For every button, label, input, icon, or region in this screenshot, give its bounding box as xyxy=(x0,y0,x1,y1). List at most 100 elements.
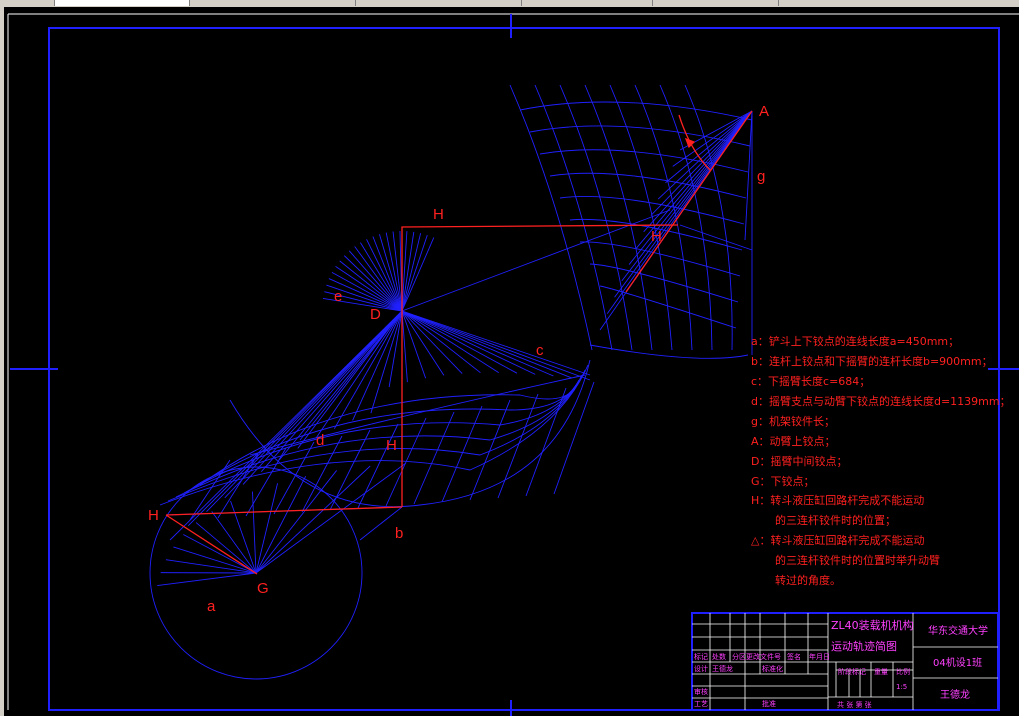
lower-envelope-arc xyxy=(229,359,591,508)
label-e: e xyxy=(334,288,342,305)
ray-from-D-down xyxy=(401,310,408,383)
connector-line-c xyxy=(401,310,591,376)
process-label: 工艺 xyxy=(694,700,708,708)
legend-line: 的三连杆铰件时的位置时举升动臂 xyxy=(775,553,940,567)
design-label: 设计 xyxy=(694,664,708,673)
lower-cross-line xyxy=(329,429,371,511)
ray-from-A xyxy=(657,110,753,200)
approve-label: 批准 xyxy=(762,699,776,708)
title-block[interactable]: ZL40装载机机构 运动轨迹简图 华东交通大学 04机设1班 王德龙 标记 处数… xyxy=(691,612,999,711)
label-d: d xyxy=(316,432,324,449)
ray-from-D-down xyxy=(401,310,536,375)
lower-cross-line xyxy=(413,411,455,505)
legend-line: D：摇臂中间铰点； xyxy=(751,454,847,468)
label-H-right: H xyxy=(651,228,662,245)
row-label: 年月日 xyxy=(809,652,830,661)
ray-from-D-down xyxy=(297,310,403,449)
linkage-H-base xyxy=(165,506,403,516)
upper-sweep-arc xyxy=(559,196,745,225)
ray-from-D-down xyxy=(401,310,518,374)
check-label: 审核 xyxy=(694,687,708,696)
legend-line: d：摇臂支点与动臂下铰点的连线长度d=1139mm； xyxy=(751,394,1011,408)
label-A: A xyxy=(759,103,769,120)
upper-bottom-arc xyxy=(589,344,749,359)
ray-from-D-up xyxy=(401,237,435,312)
ray-from-D-down xyxy=(260,310,403,472)
label-b: b xyxy=(395,525,403,542)
legend-line: b：连杆上铰点和下摇臂的连杆长度b=900mm； xyxy=(751,354,993,368)
standardization-label: 标准化 xyxy=(762,664,783,673)
lower-cross-line xyxy=(525,387,567,497)
weight-label: 重量 xyxy=(874,668,888,676)
lower-cross-line xyxy=(217,453,259,519)
legend-notes: a：铲斗上下铰点的连线长度a=450mm； b：连杆上铰点和下摇臂的连杆长度b=… xyxy=(751,334,1011,587)
designer-name: 王德龙 xyxy=(712,664,733,673)
cad-drawing-canvas[interactable]: A g H H e D c d H H b G a a：铲斗上下铰点的连线长度a… xyxy=(0,0,1019,716)
scale-label: 比例 xyxy=(896,667,910,676)
upper-sweep-arc xyxy=(579,241,741,277)
upper-vertical-arc xyxy=(584,84,653,351)
ray-from-D-down xyxy=(401,310,591,381)
label-D: D xyxy=(370,306,381,323)
upper-sweep-arc xyxy=(519,101,753,121)
ray-from-G xyxy=(211,511,257,574)
upper-right-edge xyxy=(744,110,753,241)
class-name: 04机设1班 xyxy=(933,656,982,669)
label-a: a xyxy=(207,598,216,615)
label-G: G xyxy=(257,580,269,597)
ray-from-D-down xyxy=(401,310,427,379)
stage-label: 阶段标记 xyxy=(838,667,866,676)
label-H-top: H xyxy=(433,206,444,223)
label-H-left: H xyxy=(148,507,159,524)
legend-line: △：转斗液压缸回路杆完成不能运动 xyxy=(751,533,924,547)
lower-cross-line xyxy=(553,381,595,495)
ray-from-D-down xyxy=(401,310,554,377)
legend-line: 的三连杆铰件时的位置； xyxy=(775,513,896,527)
ray-from-D-down xyxy=(401,310,572,379)
legend-line: 转过的角度。 xyxy=(775,573,841,587)
label-g: g xyxy=(757,168,765,185)
ray-from-D-down xyxy=(401,310,481,374)
legend-line: g：机架铰件长； xyxy=(751,414,835,428)
lower-sweep-arc xyxy=(159,364,589,506)
scale-value: 1:5 xyxy=(896,683,907,691)
drawing-title-line2: 运动轨迹简图 xyxy=(831,639,897,653)
legend-line: c：下摇臂长度c=684； xyxy=(751,374,870,388)
ray-from-G xyxy=(255,475,307,574)
legend-line: H：转斗液压缸回路杆完成不能运动 xyxy=(751,493,924,507)
upper-sweep-arc xyxy=(549,172,747,199)
lower-cross-line xyxy=(245,447,287,517)
school-name: 华东交通大学 xyxy=(928,624,988,637)
row-label: 处数 xyxy=(712,652,726,661)
upper-vertical-arc xyxy=(559,84,633,351)
sheet-count: 共 张 第 张 xyxy=(837,700,872,709)
linkage-a xyxy=(165,514,258,575)
ray-from-G xyxy=(255,462,407,574)
row-label: 签名 xyxy=(787,652,801,661)
row-label: 更改文件号 xyxy=(746,652,781,661)
ray-from-G xyxy=(255,465,371,574)
upper-vertical-arc xyxy=(684,84,733,351)
label-H-mid: H xyxy=(386,437,397,454)
ray-from-A xyxy=(614,110,753,298)
ray-from-D-down xyxy=(401,310,499,373)
ray-from-A xyxy=(643,110,753,233)
upper-link xyxy=(679,224,753,251)
ray-from-D-down xyxy=(315,310,403,439)
legend-line: A：动臂上铰点； xyxy=(751,434,836,448)
ray-from-D-down xyxy=(401,310,463,374)
ray-from-G xyxy=(157,572,257,586)
row-label: 分区 xyxy=(732,652,746,661)
legend-line: G：下铰点； xyxy=(751,474,815,488)
ray-from-D-down xyxy=(242,310,403,485)
trajectory-mesh xyxy=(149,84,753,680)
legend-line: a：铲斗上下铰点的连线长度a=450mm； xyxy=(751,334,959,348)
ray-from-D-down xyxy=(224,310,403,499)
drawing-title-line1: ZL40装载机机构 xyxy=(831,618,914,632)
row-label: 标记 xyxy=(694,652,708,661)
upper-vertical-arc xyxy=(634,84,693,351)
ray-from-D-up xyxy=(401,231,415,312)
lower-cross-line xyxy=(469,399,511,501)
label-c: c xyxy=(536,342,544,359)
author-name: 王德龙 xyxy=(940,688,970,701)
